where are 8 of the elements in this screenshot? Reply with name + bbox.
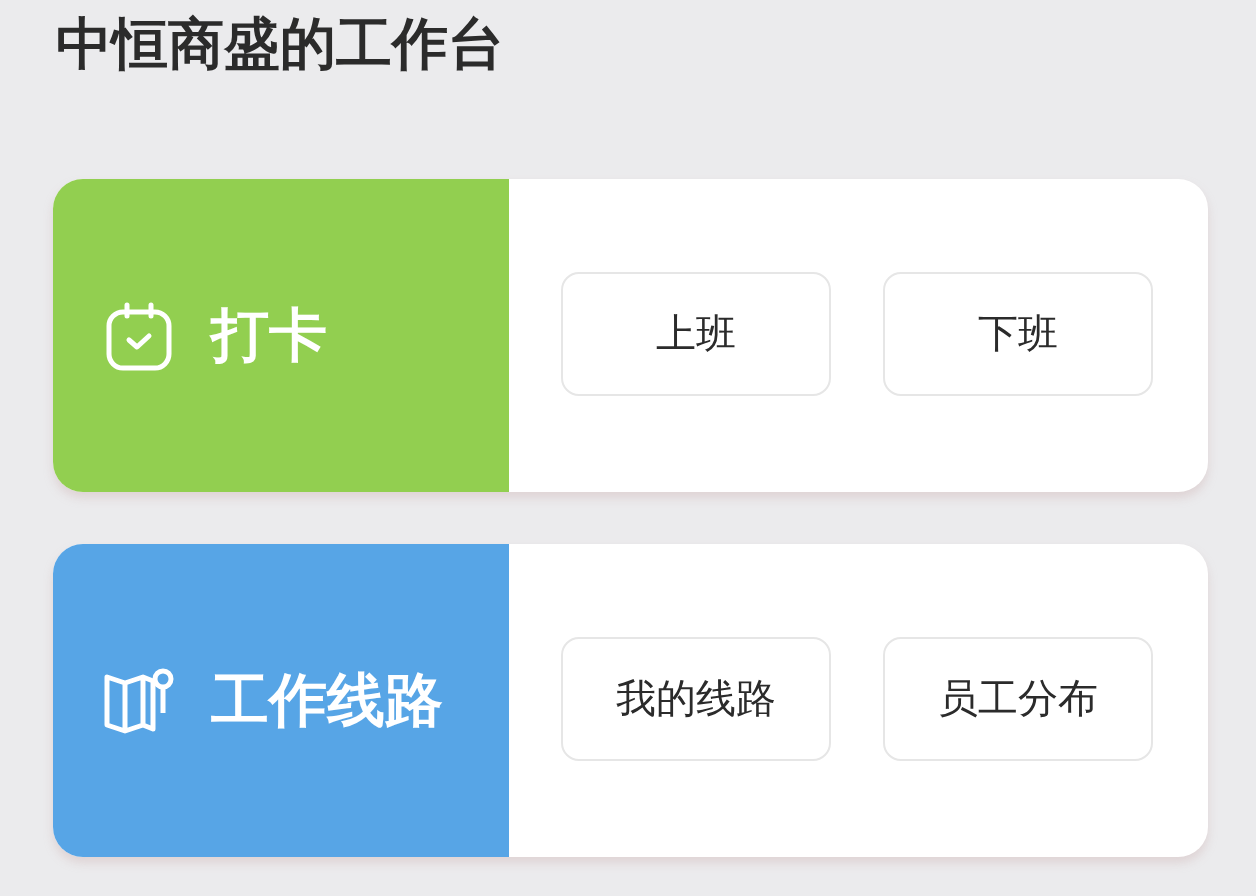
card-label: 打卡 bbox=[211, 299, 327, 371]
map-pin-icon bbox=[103, 666, 175, 735]
card-label: 工作线路 bbox=[211, 664, 443, 736]
action-button[interactable]: 上班 bbox=[561, 271, 831, 396]
action-button[interactable]: 我的线路 bbox=[561, 636, 831, 761]
action-button[interactable]: 下班 bbox=[883, 271, 1153, 396]
page-title: 中恒商盛的工作台 bbox=[55, 10, 504, 78]
action-button[interactable]: 员工分布 bbox=[883, 636, 1153, 761]
